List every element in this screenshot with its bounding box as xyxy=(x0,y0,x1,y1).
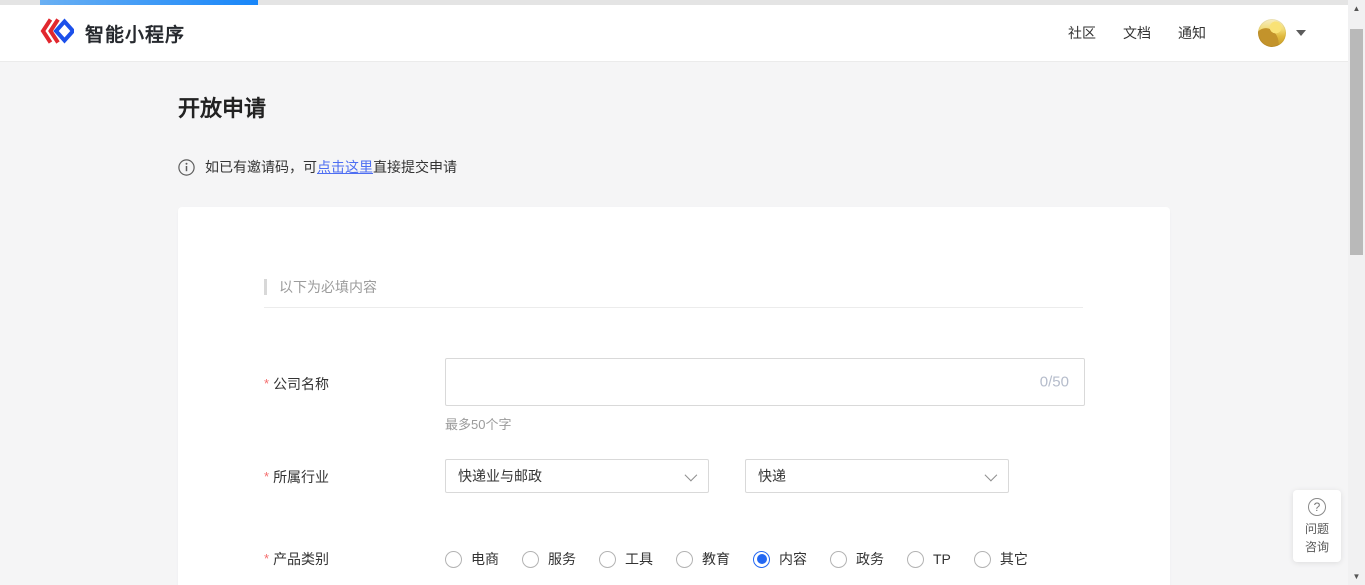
account-menu[interactable] xyxy=(1258,19,1306,47)
radio-icon xyxy=(676,551,693,568)
radio-icon xyxy=(830,551,847,568)
required-asterisk: * xyxy=(264,376,269,391)
vertical-scrollbar[interactable]: ▲ ▼ xyxy=(1348,0,1365,585)
industry-selects: 快递业与邮政 快递 xyxy=(445,459,1009,493)
industry-select-primary[interactable]: 快递业与邮政 xyxy=(445,459,709,493)
radio-label: 电商 xyxy=(471,549,499,569)
scroll-up-icon[interactable]: ▲ xyxy=(1348,0,1365,17)
radio-option-education[interactable]: 教育 xyxy=(676,549,730,569)
help-consult-button[interactable]: ? 问题 咨询 xyxy=(1293,490,1341,562)
chevron-down-icon xyxy=(685,469,698,482)
product-category-options: 电商 服务 工具 教育 xyxy=(445,549,1028,569)
chevron-down-icon xyxy=(985,469,998,482)
product-category-label-text: 产品类别 xyxy=(273,551,329,567)
scroll-down-icon[interactable]: ▼ xyxy=(1348,568,1365,585)
brand-title: 智能小程序 xyxy=(85,20,185,47)
scrollbar-thumb[interactable] xyxy=(1350,29,1363,255)
invite-code-notice: 如已有邀请码，可点击这里直接提交申请 xyxy=(178,157,1170,177)
radio-icon xyxy=(907,551,924,568)
radio-label: 工具 xyxy=(625,549,653,569)
required-section-header: 以下为必填内容 xyxy=(264,277,1170,297)
chevron-down-icon xyxy=(1296,30,1306,36)
user-avatar[interactable] xyxy=(1258,19,1286,47)
question-circle-icon: ? xyxy=(1308,498,1326,516)
product-category-row: * 产品类别 电商 服务 工具 xyxy=(264,549,1170,569)
notice-text: 如已有邀请码，可点击这里直接提交申请 xyxy=(205,157,457,177)
radio-label: 政务 xyxy=(856,549,884,569)
radio-option-government[interactable]: 政务 xyxy=(830,549,884,569)
radio-label: TP xyxy=(933,551,951,567)
header: 智能小程序 社区 文档 通知 xyxy=(0,5,1365,62)
radio-icon xyxy=(974,551,991,568)
product-category-label: * 产品类别 xyxy=(264,549,445,569)
invite-code-link[interactable]: 点击这里 xyxy=(317,159,373,175)
radio-label: 其它 xyxy=(1000,549,1028,569)
industry-select-secondary[interactable]: 快递 xyxy=(745,459,1009,493)
nav-item-notifications[interactable]: 通知 xyxy=(1178,23,1206,43)
radio-icon xyxy=(599,551,616,568)
radio-option-content[interactable]: 内容 xyxy=(753,549,807,569)
radio-label: 教育 xyxy=(702,549,730,569)
page-loading-bar xyxy=(40,0,258,5)
app-viewport: 智能小程序 社区 文档 通知 开放申请 如已有邀请码，可点击这里直接提 xyxy=(0,0,1365,585)
required-asterisk: * xyxy=(264,469,269,484)
company-name-field: 0/50 最多50个字 xyxy=(445,358,1085,430)
radio-option-tools[interactable]: 工具 xyxy=(599,549,653,569)
industry-primary-value: 快递业与邮政 xyxy=(458,466,542,486)
industry-label: * 所属行业 xyxy=(264,459,445,487)
top-progress-track xyxy=(0,0,1365,5)
nav-item-community[interactable]: 社区 xyxy=(1068,23,1096,43)
radio-label: 服务 xyxy=(548,549,576,569)
radio-icon-selected xyxy=(753,551,770,568)
company-name-row: * 公司名称 0/50 最多50个字 xyxy=(264,358,1170,430)
notice-suffix: 直接提交申请 xyxy=(373,159,457,175)
header-nav: 社区 文档 通知 xyxy=(1041,19,1306,47)
company-name-input-wrap: 0/50 xyxy=(445,358,1085,406)
char-counter: 0/50 xyxy=(1040,374,1069,391)
company-name-label: * 公司名称 xyxy=(264,358,445,394)
brand-logo[interactable]: 智能小程序 xyxy=(40,17,185,50)
company-name-helper: 最多50个字 xyxy=(445,414,1085,430)
nav-item-docs[interactable]: 文档 xyxy=(1123,23,1151,43)
company-name-label-text: 公司名称 xyxy=(273,376,329,392)
industry-secondary-value: 快递 xyxy=(758,466,786,486)
radio-option-tp[interactable]: TP xyxy=(907,551,951,568)
radio-option-other[interactable]: 其它 xyxy=(974,549,1028,569)
page-title: 开放申请 xyxy=(178,95,1170,123)
notice-prefix: 如已有邀请码，可 xyxy=(205,159,317,175)
company-name-input[interactable] xyxy=(445,358,1085,406)
section-title: 以下为必填内容 xyxy=(279,277,377,297)
section-accent-bar xyxy=(264,279,267,295)
radio-option-ecommerce[interactable]: 电商 xyxy=(445,549,499,569)
help-line-1: 问题 xyxy=(1305,522,1329,537)
radio-label: 内容 xyxy=(779,549,807,569)
radio-icon xyxy=(445,551,462,568)
smart-program-logo-icon xyxy=(40,17,74,50)
help-line-2: 咨询 xyxy=(1305,540,1329,555)
application-form-card: 以下为必填内容 * 公司名称 0/50 最多50个字 * xyxy=(178,207,1170,585)
radio-icon xyxy=(522,551,539,568)
main-content: 开放申请 如已有邀请码，可点击这里直接提交申请 以下为必填内容 xyxy=(178,62,1170,585)
info-icon xyxy=(178,159,195,176)
industry-label-text: 所属行业 xyxy=(273,469,329,485)
radio-option-service[interactable]: 服务 xyxy=(522,549,576,569)
section-divider xyxy=(264,307,1083,308)
industry-row: * 所属行业 快递业与邮政 快递 xyxy=(264,459,1170,493)
required-asterisk: * xyxy=(264,551,269,566)
